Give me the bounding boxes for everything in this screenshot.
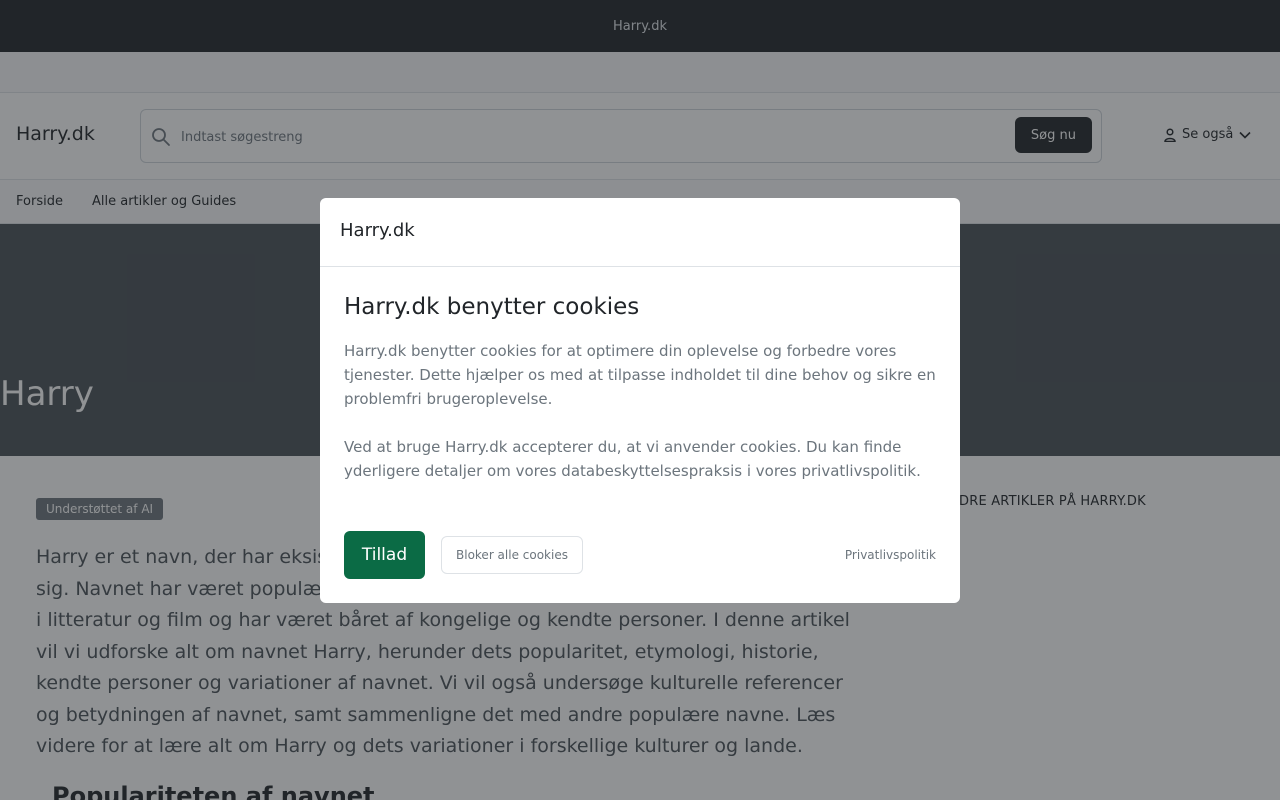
cookie-dialog: Harry.dk Harry.dk benytter cookies Harry… bbox=[320, 198, 960, 603]
dialog-header-title: Harry.dk bbox=[340, 220, 415, 241]
dialog-header: Harry.dk bbox=[320, 198, 960, 267]
dialog-paragraph-2: Ved at bruge Harry.dk accepterer du, at … bbox=[344, 438, 921, 480]
block-cookies-button[interactable]: Bloker alle cookies bbox=[441, 536, 583, 574]
allow-cookies-button[interactable]: Tillad bbox=[344, 531, 425, 579]
dialog-paragraph-1: Harry.dk benytter cookies for at optimer… bbox=[344, 342, 936, 408]
privacy-policy-link[interactable]: Privatlivspolitik bbox=[845, 548, 936, 562]
dialog-title: Harry.dk benytter cookies bbox=[344, 294, 640, 320]
